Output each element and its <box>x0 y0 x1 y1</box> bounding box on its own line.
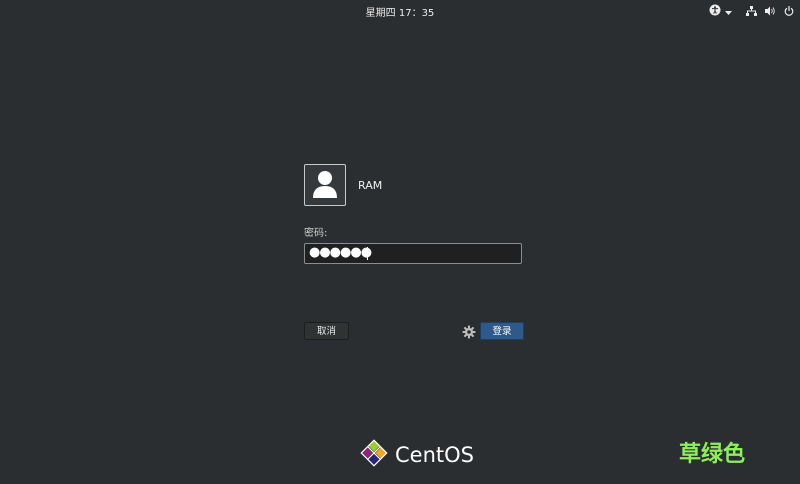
password-label: 密码: <box>304 228 328 239</box>
user-icon <box>311 168 339 202</box>
status-menu[interactable] <box>746 1 794 20</box>
accessibility-menu[interactable] <box>709 1 732 20</box>
gear-icon[interactable] <box>462 324 476 339</box>
chevron-down-icon[interactable] <box>725 1 732 20</box>
password-field[interactable]: ●●●●●● <box>304 243 522 264</box>
text-caret <box>367 247 368 260</box>
watermark: 草绿色 <box>679 442 746 467</box>
volume-icon[interactable] <box>765 1 776 20</box>
cancel-button[interactable]: 取消 <box>304 322 349 340</box>
power-icon[interactable] <box>784 1 794 20</box>
network-icon[interactable] <box>746 1 757 20</box>
centos-wordmark: CentOS <box>395 443 474 467</box>
system-tray <box>709 2 794 18</box>
top-bar: 星期四 17：35 <box>0 0 800 20</box>
centos-logo: CentOS <box>358 437 474 473</box>
clock[interactable]: 星期四 17：35 <box>0 4 800 19</box>
avatar <box>304 164 346 206</box>
centos-logo-icon <box>358 437 390 473</box>
login-button[interactable]: 登录 <box>480 322 524 340</box>
username: RAM <box>358 179 383 192</box>
password-mask: ●●●●●● <box>309 245 372 260</box>
accessibility-icon[interactable] <box>709 1 721 20</box>
